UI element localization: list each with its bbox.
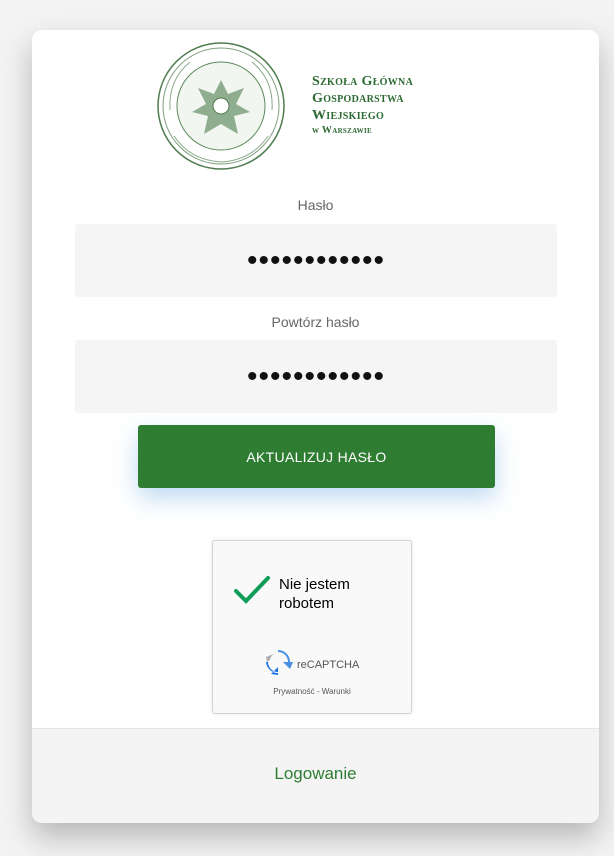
recaptcha-brand: reCAPTCHA xyxy=(297,659,360,671)
university-name-line2: Gospodarstwa xyxy=(312,91,404,106)
university-name-line1: Szkoła Główna xyxy=(312,74,414,89)
recaptcha-label: Nie jestem robotem xyxy=(279,575,350,613)
update-password-button[interactable]: AKTUALIZUJ HASŁO xyxy=(138,425,495,488)
recaptcha-label-line2: robotem xyxy=(279,595,335,612)
repeat-password-label: Powtórz hasło xyxy=(271,314,360,330)
password-label: Hasło xyxy=(297,197,334,213)
login-link[interactable]: Logowanie xyxy=(32,764,599,784)
recaptcha-links[interactable]: Prywatność - Warunki xyxy=(213,687,411,696)
university-seal-icon xyxy=(157,42,285,170)
university-name-line4: w Warszawie xyxy=(312,125,372,136)
repeat-password-field[interactable]: •••••••••••• xyxy=(75,340,557,413)
university-name-line3: Wiejskiego xyxy=(312,108,385,123)
recaptcha-widget[interactable]: Nie jestem robotem reCAPTCHA Prywatność … xyxy=(212,540,412,714)
recaptcha-logo-icon xyxy=(266,650,293,675)
checkmark-icon[interactable] xyxy=(233,575,271,605)
card-footer: Logowanie xyxy=(32,729,599,823)
password-reset-card: Szkoła Główna Gospodarstwa Wiejskiego w … xyxy=(32,30,599,823)
university-logo: Szkoła Główna Gospodarstwa Wiejskiego w … xyxy=(150,40,480,172)
recaptcha-label-line1: Nie jestem xyxy=(279,576,350,593)
university-name: Szkoła Główna Gospodarstwa Wiejskiego w … xyxy=(312,73,413,137)
password-field[interactable]: •••••••••••• xyxy=(75,224,557,297)
